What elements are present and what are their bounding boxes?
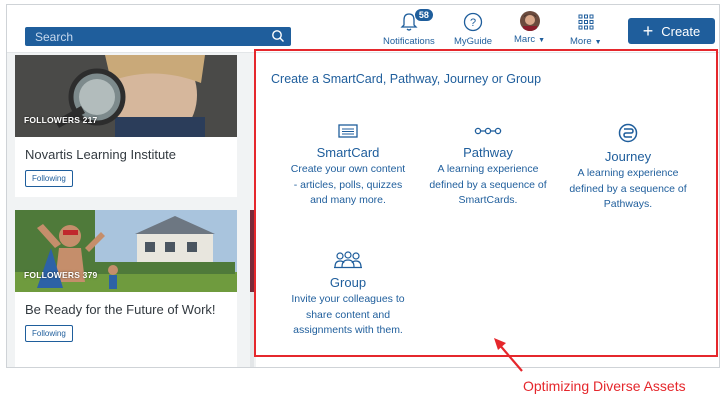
caret-down-icon: ▼ <box>594 39 602 46</box>
help-icon: ? <box>463 12 483 32</box>
avatar <box>519 11 540 31</box>
notification-count-badge: 58 <box>413 8 434 22</box>
channel-card[interactable]: FOLLOWERS 379 Be Ready for the Future of… <box>15 210 237 367</box>
followers-count: FOLLOWERS 379 <box>24 270 98 280</box>
user-name-label: Marc <box>514 34 536 45</box>
caret-down-icon: ▼ <box>538 37 546 44</box>
plus-icon: + <box>642 21 654 41</box>
arrow-icon <box>494 338 523 372</box>
channel-card-image: FOLLOWERS 217 <box>15 55 237 137</box>
following-button[interactable]: Following <box>25 170 73 187</box>
search-input[interactable] <box>35 29 265 44</box>
create-label: Create <box>661 23 701 39</box>
svg-text:?: ? <box>470 17 476 29</box>
highlight-box <box>254 49 718 357</box>
create-button[interactable]: + Create <box>628 18 715 44</box>
search-bar[interactable] <box>25 27 291 46</box>
user-menu-button[interactable]: Marc ▼ <box>514 11 545 45</box>
card-title: Novartis Learning Institute <box>25 147 177 162</box>
notifications-button[interactable]: 58 Notifications <box>383 8 435 47</box>
followers-count: FOLLOWERS 217 <box>24 115 98 125</box>
top-bar: 58 Notifications ? MyGuide Marc▼ <box>7 5 719 53</box>
following-button[interactable]: Following <box>25 325 73 342</box>
myguide-button[interactable]: ? MyGuide <box>454 11 492 47</box>
search-icon[interactable] <box>271 29 285 43</box>
myguide-label: MyGuide <box>454 36 493 47</box>
notifications-label: Notifications <box>383 36 435 47</box>
channel-card-image: FOLLOWERS 379 <box>15 210 237 292</box>
more-label: More <box>570 36 592 47</box>
annotation-caption: Optimizing Diverse Assets <box>523 378 686 394</box>
channel-card[interactable]: FOLLOWERS 217 Novartis Learning Institut… <box>15 55 237 197</box>
card-title: Be Ready for the Future of Work! <box>25 302 216 317</box>
more-menu-button[interactable]: More ▼ <box>570 11 602 47</box>
grid-icon <box>578 14 594 30</box>
